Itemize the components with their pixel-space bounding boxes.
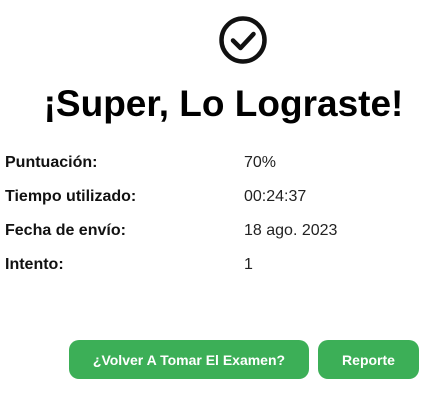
score-label: Puntuación: [5, 154, 98, 171]
result-row-time-used: Tiempo utilizado: 00:24:37 [5, 180, 435, 214]
retake-exam-button[interactable]: ¿Volver A Tomar El Examen? [69, 340, 309, 379]
score-value: 70% [244, 154, 277, 171]
page-title: ¡Super, Lo Lograste! [43, 83, 404, 124]
time-used-value: 00:24:37 [244, 188, 307, 205]
attempt-label: Intento: [5, 256, 64, 273]
attempt-value: 1 [244, 256, 253, 273]
results-summary: Puntuación: 70% Tiempo utilizado: 00:24:… [5, 146, 435, 282]
submission-date-value: 18 ago. 2023 [244, 222, 338, 239]
submission-date-label: Fecha de envío: [5, 222, 126, 239]
result-row-submission-date: Fecha de envío: 18 ago. 2023 [5, 214, 435, 248]
check-circle-icon [219, 16, 267, 64]
time-used-label: Tiempo utilizado: [5, 188, 137, 205]
result-row-score: Puntuación: 70% [5, 146, 435, 180]
result-row-attempt: Intento: 1 [5, 248, 435, 282]
report-button[interactable]: Reporte [318, 340, 419, 379]
